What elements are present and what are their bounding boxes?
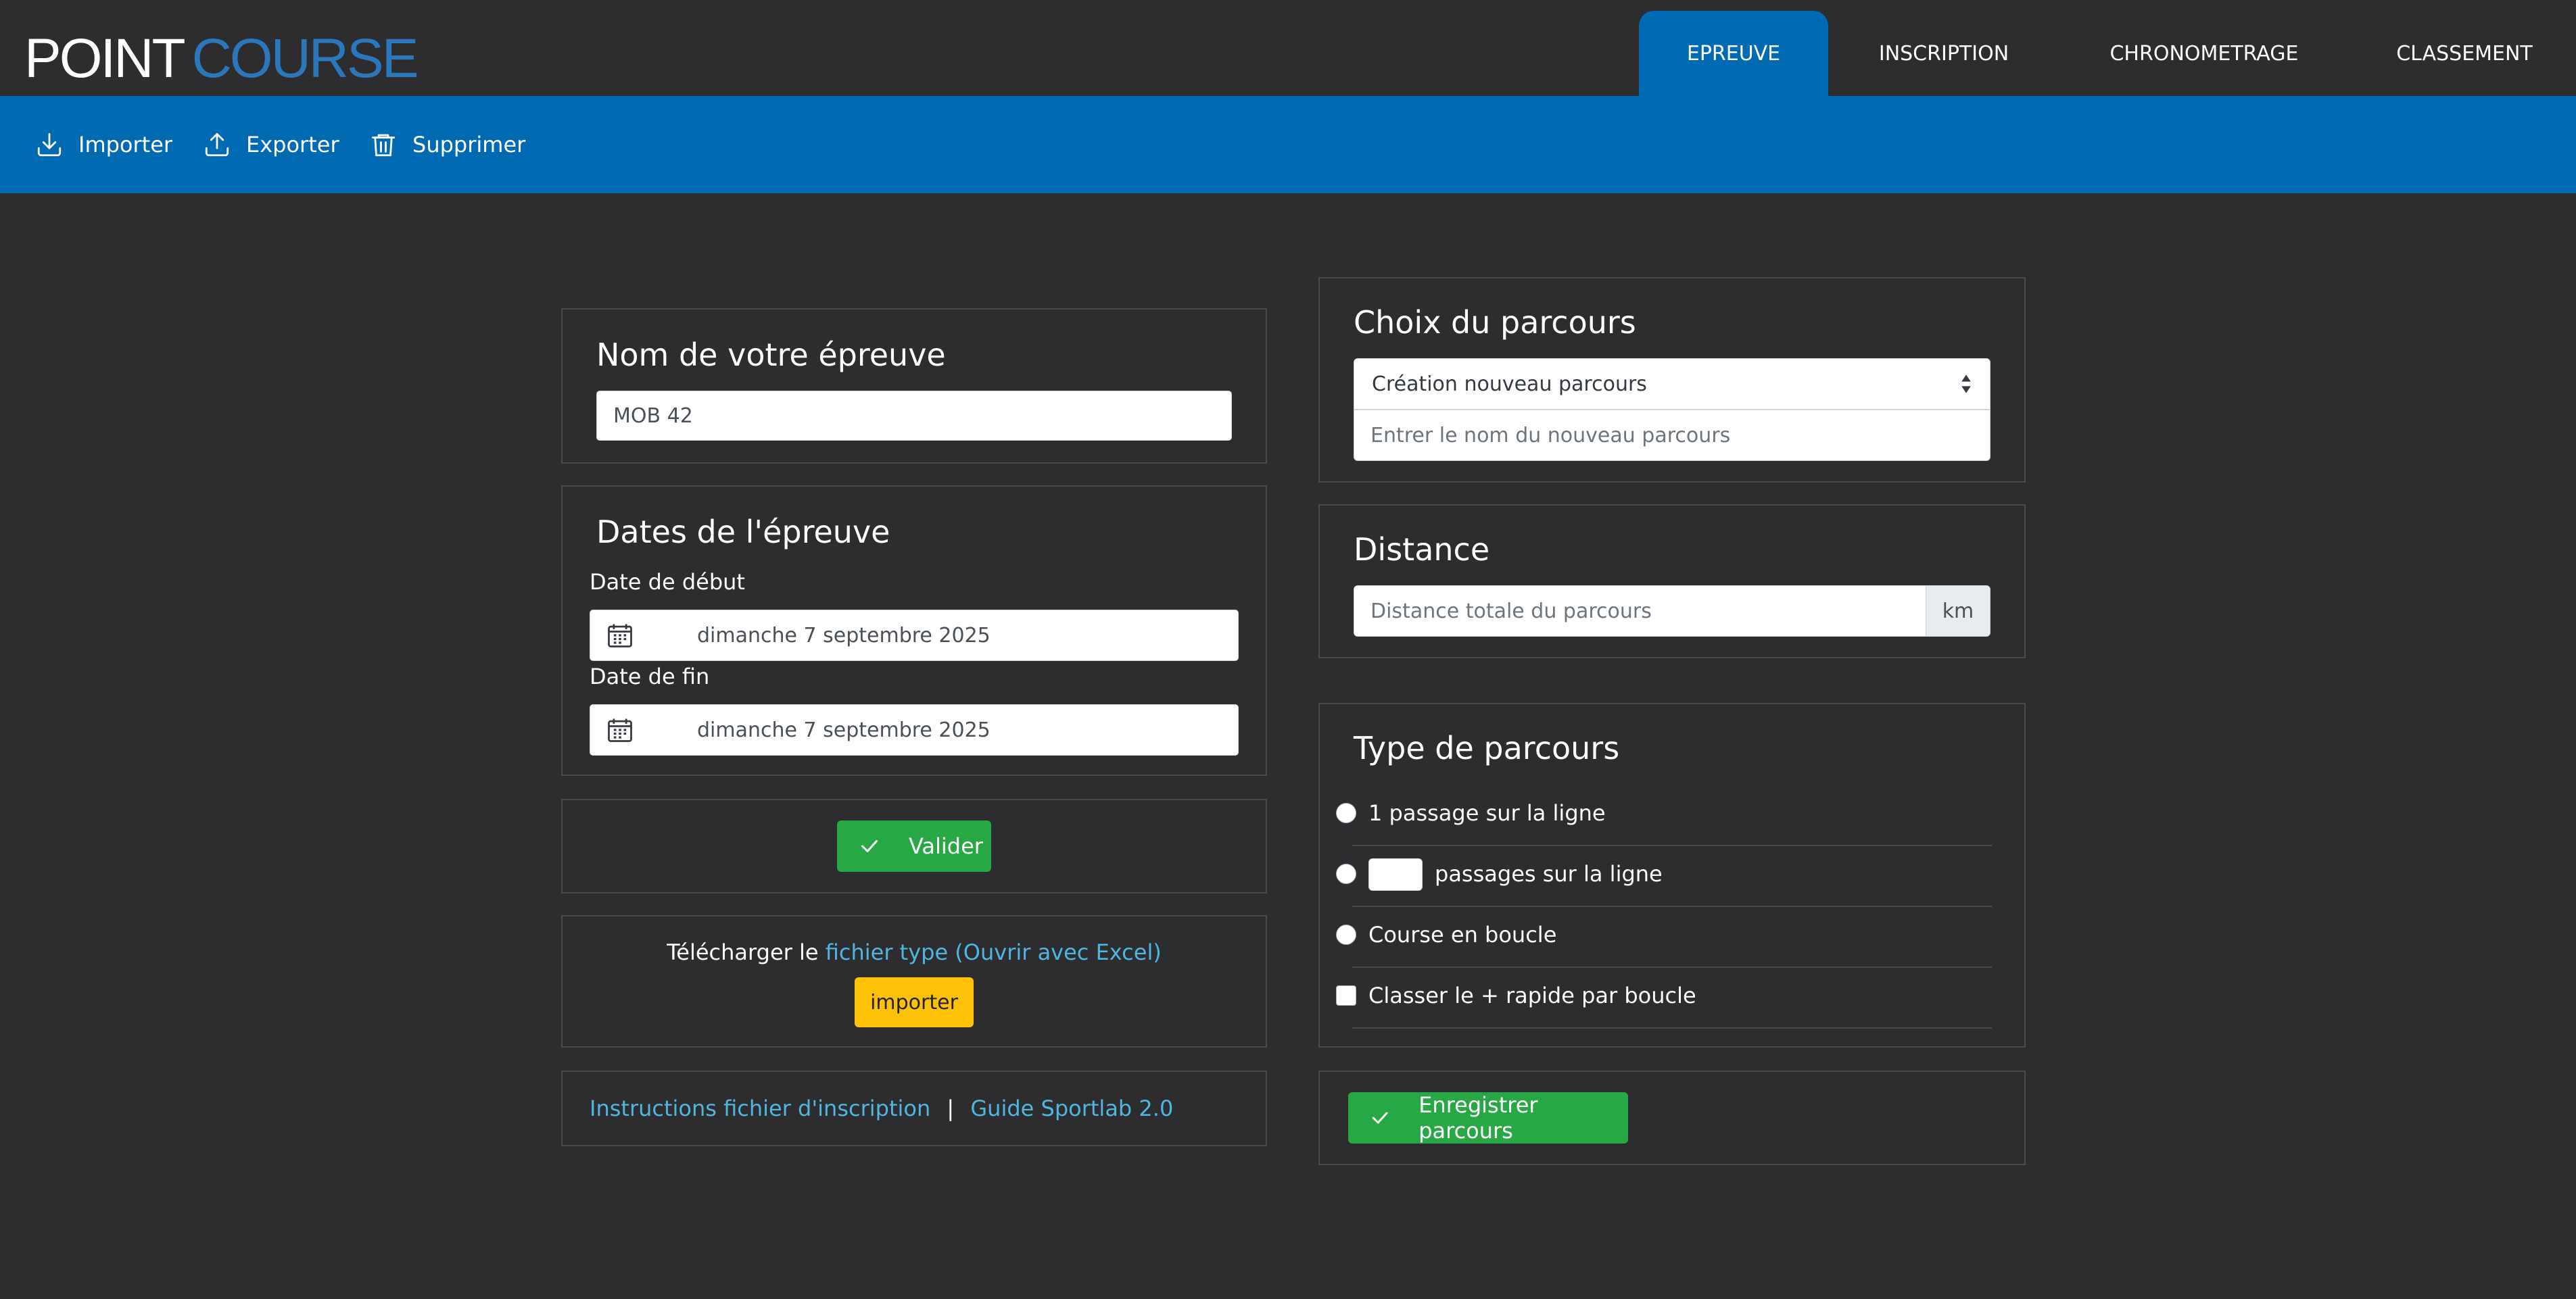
delete-button[interactable]: Supprimer bbox=[369, 123, 525, 166]
course-select[interactable]: Création nouveau parcours bbox=[1354, 358, 1990, 410]
multi-pass-radio[interactable] bbox=[1336, 864, 1356, 884]
end-date-field[interactable]: dimanche 7 septembre 2025 bbox=[590, 704, 1239, 756]
end-date-value: dimanche 7 septembre 2025 bbox=[697, 718, 991, 742]
loop-radio[interactable] bbox=[1336, 925, 1356, 945]
start-date-value: dimanche 7 septembre 2025 bbox=[697, 623, 991, 647]
export-label: Exporter bbox=[246, 132, 339, 157]
trash-icon bbox=[371, 134, 396, 157]
check-icon bbox=[861, 840, 878, 852]
start-date-field[interactable]: dimanche 7 septembre 2025 bbox=[590, 610, 1239, 661]
delete-label: Supprimer bbox=[412, 132, 526, 157]
multi-pass-label: passages sur la ligne bbox=[1435, 861, 1663, 887]
download-text: Télécharger le bbox=[667, 939, 819, 965]
import-label: Importer bbox=[78, 132, 173, 157]
fastest-per-loop-checkbox[interactable] bbox=[1336, 985, 1356, 1006]
start-date-label: Date de début bbox=[590, 569, 745, 595]
save-course-button[interactable]: Enregistrer parcours bbox=[1348, 1092, 1628, 1144]
dates-title: Dates de l'épreuve bbox=[596, 514, 890, 550]
download-text-line: Télécharger le fichier type (Ouvrir avec… bbox=[561, 939, 1267, 965]
course-choice-title: Choix du parcours bbox=[1354, 304, 1636, 341]
toolbar: Importer Exporter Supprimer bbox=[0, 96, 2576, 193]
distance-input[interactable] bbox=[1354, 585, 1927, 637]
validate-button[interactable]: Valider bbox=[837, 820, 991, 872]
calendar-icon bbox=[608, 718, 632, 742]
tab-classement[interactable]: CLASSEMENT bbox=[2366, 11, 2562, 96]
download-icon bbox=[37, 132, 62, 157]
course-select-value: Création nouveau parcours bbox=[1372, 372, 1647, 396]
top-header: POINT COURSE EPREUVE INSCRIPTION CHRONOME… bbox=[0, 0, 2576, 96]
links-row: Instructions fichier d'inscription | Gui… bbox=[590, 1096, 1173, 1121]
app-root: POINT COURSE EPREUVE INSCRIPTION CHRONOME… bbox=[0, 0, 2576, 1299]
distance-title: Distance bbox=[1354, 531, 1490, 568]
logo-part1: POINT bbox=[24, 28, 186, 89]
single-pass-radio[interactable] bbox=[1336, 803, 1356, 823]
template-file-link[interactable]: fichier type (Ouvrir avec Excel) bbox=[826, 939, 1162, 965]
sort-arrows-icon bbox=[1961, 374, 1971, 393]
validate-label: Valider bbox=[909, 833, 983, 859]
loop-label: Course en boucle bbox=[1368, 922, 1557, 948]
import-button[interactable]: Importer bbox=[35, 123, 172, 166]
single-pass-label: 1 passage sur la ligne bbox=[1368, 800, 1606, 826]
end-date-label: Date de fin bbox=[590, 664, 710, 689]
export-button[interactable]: Exporter bbox=[203, 123, 339, 166]
guide-link[interactable]: Guide Sportlab 2.0 bbox=[970, 1096, 1173, 1121]
new-course-name-input[interactable] bbox=[1354, 410, 1990, 461]
course-type-title: Type de parcours bbox=[1354, 730, 1620, 766]
logo-part2: COURSE bbox=[191, 28, 419, 89]
event-name-input[interactable] bbox=[596, 391, 1232, 441]
links-separator: | bbox=[947, 1096, 955, 1121]
tab-chronometrage[interactable]: CHRONOMETRAGE bbox=[2082, 11, 2326, 96]
check-icon bbox=[1372, 1112, 1388, 1124]
fastest-per-loop-label: Classer le + rapide par boucle bbox=[1368, 983, 1696, 1008]
tab-epreuve[interactable]: EPREUVE bbox=[1639, 11, 1828, 96]
upload-icon bbox=[205, 132, 229, 157]
event-name-title: Nom de votre épreuve bbox=[596, 337, 946, 373]
save-course-label: Enregistrer parcours bbox=[1418, 1092, 1538, 1144]
import-file-button[interactable]: importer bbox=[855, 977, 974, 1027]
logo: POINT COURSE bbox=[24, 28, 419, 89]
pass-count-input[interactable] bbox=[1368, 858, 1423, 891]
instructions-link[interactable]: Instructions fichier d'inscription bbox=[590, 1096, 930, 1121]
calendar-icon bbox=[608, 624, 632, 647]
distance-unit: km bbox=[1926, 585, 1990, 637]
tab-inscription[interactable]: INSCRIPTION bbox=[1839, 11, 2049, 96]
